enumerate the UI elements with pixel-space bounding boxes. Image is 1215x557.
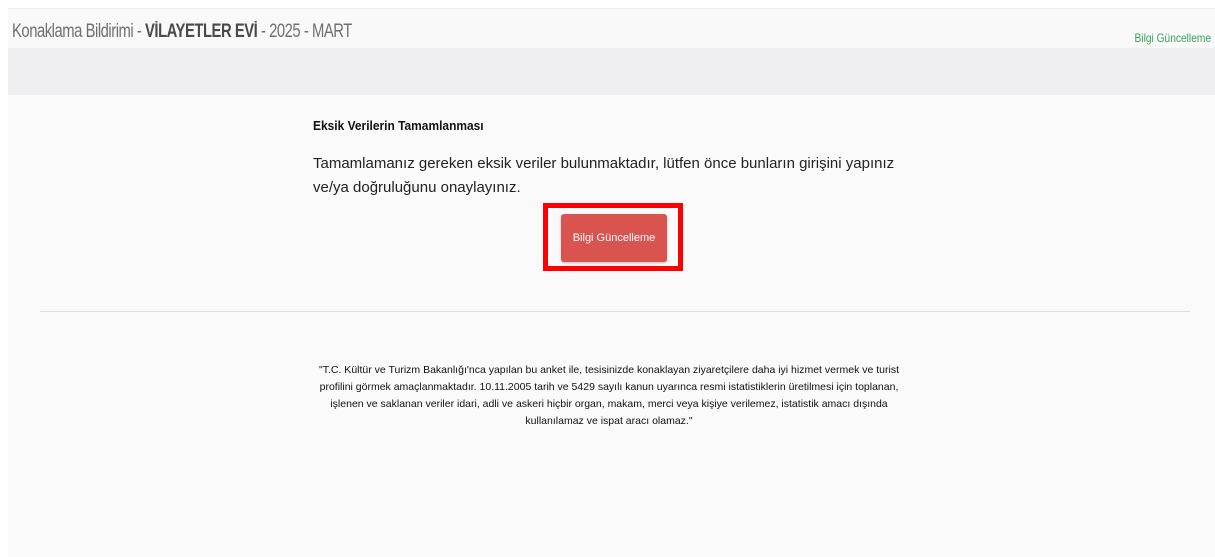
update-info-button[interactable]: Bilgi Güncelleme	[561, 214, 667, 262]
sub-toolbar	[8, 48, 1215, 95]
main-content: Eksik Verilerin Tamamlanması Tamamlamanı…	[8, 95, 1215, 557]
header-bar: Konaklama Bildirimi - VİLAYETLER EVİ - 2…	[8, 8, 1215, 49]
facility-name: VİLAYETLER EVİ	[145, 21, 258, 42]
disclaimer-text: "T.C. Kültür ve Turizm Bakanlığı'nca yap…	[319, 364, 899, 427]
page-title: Konaklama Bildirimi - VİLAYETLER EVİ - 2…	[12, 21, 352, 43]
title-suffix: - 2025 - MART	[257, 21, 352, 42]
header-update-link[interactable]: Bilgi Güncelleme	[1134, 31, 1211, 45]
title-prefix: Konaklama Bildirimi -	[12, 21, 146, 42]
divider	[40, 311, 1190, 312]
missing-data-message: Tamamlamanız gereken eksik veriler bulun…	[313, 155, 895, 196]
section-heading: Eksik Verilerin Tamamlanması	[313, 118, 484, 133]
page: Konaklama Bildirimi - VİLAYETLER EVİ - 2…	[0, 0, 1215, 557]
